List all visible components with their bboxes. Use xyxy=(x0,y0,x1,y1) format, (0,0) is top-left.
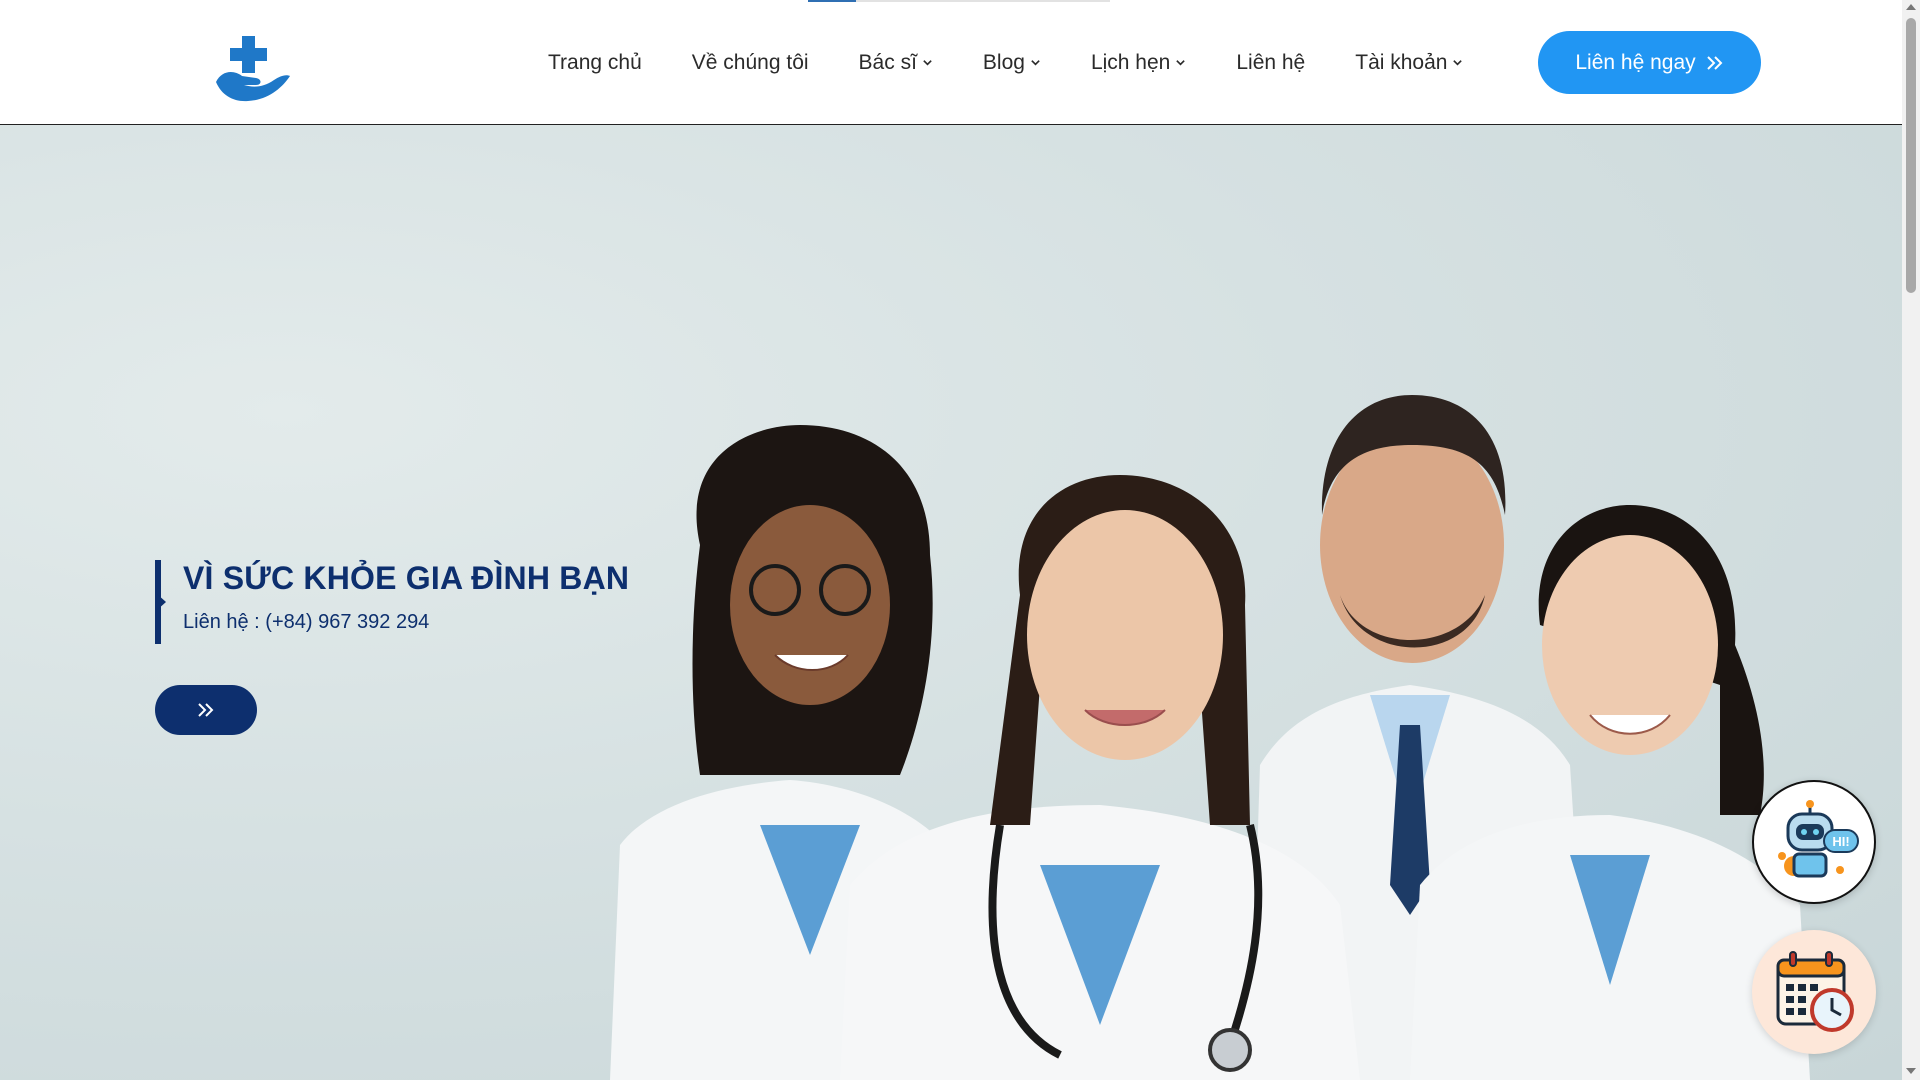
nav-item-doctors[interactable]: Bác sĩ xyxy=(859,51,933,75)
chatbot-badge: HI! xyxy=(1832,834,1849,849)
scroll-up-arrow-icon[interactable] xyxy=(1906,4,1916,10)
medical-hand-logo-icon xyxy=(216,36,290,102)
calendar-clock-icon xyxy=(1776,951,1854,1032)
chevron-down-icon xyxy=(923,60,932,66)
booking-calendar-button[interactable] xyxy=(1752,930,1876,1054)
main-nav: Trang chủ Về chúng tôi Bác sĩ Blog Lịch … xyxy=(548,0,1463,125)
site-logo[interactable] xyxy=(212,30,296,104)
hero-phone: Liên hệ : (+84) 967 392 294 xyxy=(183,611,430,633)
hero-text-block: VÌ SỨC KHỎE GIA ĐÌNH BẠN Liên hệ : (+84)… xyxy=(155,560,629,644)
site-header: Trang chủ Về chúng tôi Bác sĩ Blog Lịch … xyxy=(0,0,1902,125)
hero-next-button[interactable] xyxy=(155,685,257,735)
nav-item-label: Tài khoản xyxy=(1355,50,1448,74)
nav-item-label: Bác sĩ xyxy=(858,50,917,74)
scroll-down-arrow-icon[interactable] xyxy=(1906,1068,1916,1074)
double-chevron-right-icon xyxy=(198,703,214,717)
nav-item-label: Về chúng tôi xyxy=(691,50,809,74)
nav-item-account[interactable]: Tài khoản xyxy=(1355,51,1463,75)
hero-title: VÌ SỨC KHỎE GIA ĐÌNH BẠN xyxy=(183,560,630,596)
nav-item-appointments[interactable]: Lịch hẹn xyxy=(1091,51,1186,75)
nav-item-label: Lịch hẹn xyxy=(1090,50,1171,74)
scrollbar-thumb[interactable] xyxy=(1906,18,1916,293)
nav-item-blog[interactable]: Blog xyxy=(983,51,1041,75)
nav-item-label: Blog xyxy=(982,50,1025,74)
contact-now-label: Liên hệ ngay xyxy=(1575,50,1696,74)
nav-item-home[interactable]: Trang chủ xyxy=(548,51,642,75)
hero-banner: VÌ SỨC KHỎE GIA ĐÌNH BẠN Liên hệ : (+84)… xyxy=(0,125,1902,1080)
chevron-down-icon xyxy=(1453,60,1463,66)
nav-item-about[interactable]: Về chúng tôi xyxy=(692,51,809,75)
double-chevron-right-icon xyxy=(1706,55,1723,70)
chevron-down-icon xyxy=(1031,60,1040,66)
nav-item-label: Trang chủ xyxy=(548,50,642,74)
nav-item-contact[interactable]: Liên hệ xyxy=(1236,51,1305,75)
page: Trang chủ Về chúng tôi Bác sĩ Blog Lịch … xyxy=(0,0,1902,1080)
nav-item-label: Liên hệ xyxy=(1236,50,1306,74)
chatbot-icon: HI! xyxy=(1778,800,1859,878)
hero-marker xyxy=(157,594,166,610)
chevron-down-icon xyxy=(1176,60,1186,66)
contact-now-button[interactable]: Liên hệ ngay xyxy=(1538,31,1761,94)
chatbot-button[interactable]: HI! xyxy=(1752,780,1876,904)
page-scrollbar[interactable] xyxy=(1902,0,1920,1080)
